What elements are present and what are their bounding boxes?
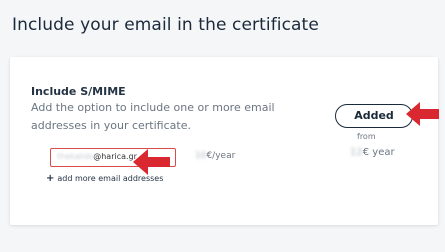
email-local-part: thekalids [57,152,94,161]
plus-icon: + [46,173,55,184]
red-arrow-icon [406,102,439,126]
option-price: 12€ year [350,147,395,158]
added-button[interactable]: Added [335,104,413,128]
email-price-suffix: €/year [206,151,236,161]
red-arrow-icon [133,149,170,175]
option-description: Add the option to include one or more em… [31,101,275,132]
page-title: Include your email in the certificate [12,15,319,35]
option-title: Include S/MIME [31,85,126,98]
option-price-suffix: € year [362,147,395,158]
smime-option-card: Include S/MIME Add the option to include… [10,57,438,225]
option-price-value: 12 [350,147,363,158]
email-price-value: 10 [195,151,207,161]
from-label: from [357,132,376,141]
email-domain: @harica.gr [93,152,137,161]
email-price: 10€/year [195,151,235,161]
